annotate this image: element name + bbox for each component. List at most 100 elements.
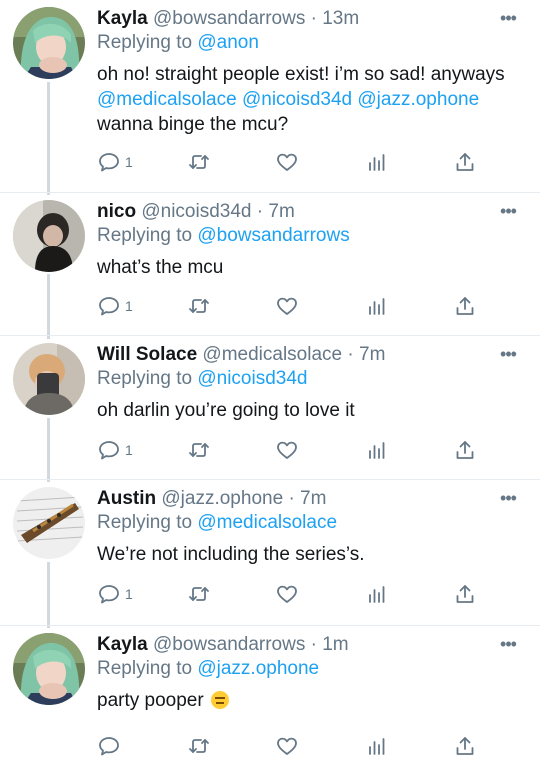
tweet-text: what’s the mcu bbox=[97, 255, 517, 280]
like-button[interactable] bbox=[275, 580, 299, 608]
tweet[interactable]: Will Solace @medicalsolace · 7m ••• Replyi… bbox=[0, 336, 540, 480]
reply-icon bbox=[97, 582, 121, 606]
tweet-text: We’re not including the series’s. bbox=[97, 542, 517, 567]
analytics-button[interactable] bbox=[365, 436, 389, 464]
share-icon bbox=[453, 294, 477, 318]
tweet-actions: 1 bbox=[97, 436, 477, 464]
mention-link[interactable]: @medicalsolace bbox=[97, 89, 237, 110]
reply-button[interactable]: 1 bbox=[97, 292, 133, 320]
retweet-button[interactable] bbox=[187, 436, 211, 464]
tweet-actions bbox=[97, 732, 477, 760]
replying-to-mention[interactable]: @jazz.ophone bbox=[197, 658, 319, 679]
analytics-button[interactable] bbox=[365, 292, 389, 320]
retweet-button[interactable] bbox=[187, 292, 211, 320]
share-button[interactable] bbox=[453, 732, 477, 760]
reply-button[interactable]: 1 bbox=[97, 148, 133, 176]
replying-to: Replying to @bowsandarrows bbox=[97, 223, 350, 249]
tweet[interactable]: nico @nicoisd34d · 7m ••• Replying to @bow… bbox=[0, 193, 540, 336]
retweet-button[interactable] bbox=[187, 148, 211, 176]
user-handle[interactable]: @bowsandarrows bbox=[153, 8, 305, 29]
tweet-actions: 1 bbox=[97, 292, 477, 320]
mention-link[interactable]: @jazz.ophone bbox=[357, 89, 479, 110]
tweet-text-segment: party pooper bbox=[97, 690, 209, 711]
tweet-text-segment: oh darlin you’re going to love it bbox=[97, 400, 355, 421]
avatar-austin[interactable] bbox=[13, 487, 85, 559]
retweet-icon bbox=[187, 150, 211, 174]
timestamp[interactable]: 7m bbox=[268, 201, 294, 222]
analytics-button[interactable] bbox=[365, 580, 389, 608]
replying-to-mention[interactable]: @medicalsolace bbox=[197, 512, 337, 533]
timestamp[interactable]: 7m bbox=[359, 344, 385, 365]
user-handle[interactable]: @medicalsolace bbox=[202, 344, 342, 365]
replying-to-label: Replying to bbox=[97, 225, 193, 246]
tweet-actions: 1 bbox=[97, 580, 477, 608]
avatar-nico[interactable] bbox=[13, 200, 85, 272]
timestamp[interactable]: 1m bbox=[322, 634, 348, 655]
reply-button[interactable]: 1 bbox=[97, 580, 133, 608]
user-handle[interactable]: @nicoisd34d bbox=[141, 201, 251, 222]
analytics-button[interactable] bbox=[365, 148, 389, 176]
timestamp[interactable]: 13m bbox=[322, 8, 359, 29]
share-button[interactable] bbox=[453, 436, 477, 464]
tweet-header: Will Solace @medicalsolace · 7m bbox=[97, 342, 385, 368]
reply-icon bbox=[97, 294, 121, 318]
more-horizontal-icon[interactable]: ••• bbox=[496, 8, 520, 28]
like-button[interactable] bbox=[275, 436, 299, 464]
tweet-text: party pooper bbox=[97, 688, 517, 713]
more-horizontal-icon[interactable]: ••• bbox=[496, 634, 520, 654]
mention-link[interactable]: @nicoisd34d bbox=[242, 89, 352, 110]
like-button[interactable] bbox=[275, 292, 299, 320]
display-name[interactable]: nico bbox=[97, 201, 136, 222]
reply-count: 1 bbox=[125, 154, 133, 170]
like-button[interactable] bbox=[275, 148, 299, 176]
display-name[interactable]: Kayla bbox=[97, 8, 148, 29]
share-button[interactable] bbox=[453, 148, 477, 176]
replying-to-label: Replying to bbox=[97, 368, 193, 389]
replying-to-label: Replying to bbox=[97, 512, 193, 533]
replying-to-mention[interactable]: @anon bbox=[197, 32, 259, 53]
avatar-kayla[interactable] bbox=[13, 7, 85, 79]
share-button[interactable] bbox=[453, 292, 477, 320]
user-handle[interactable]: @bowsandarrows bbox=[153, 634, 305, 655]
avatar-kayla[interactable] bbox=[13, 633, 85, 705]
more-horizontal-icon[interactable]: ••• bbox=[496, 201, 520, 221]
tweet-text-segment: wanna binge the mcu? bbox=[97, 114, 289, 135]
user-handle[interactable]: @jazz.ophone bbox=[161, 488, 283, 509]
reply-button[interactable]: 1 bbox=[97, 436, 133, 464]
more-horizontal-icon[interactable]: ••• bbox=[496, 488, 520, 508]
timestamp[interactable]: 7m bbox=[300, 488, 326, 509]
retweet-button[interactable] bbox=[187, 580, 211, 608]
like-button[interactable] bbox=[275, 732, 299, 760]
separator-dot: · bbox=[347, 344, 354, 365]
more-horizontal-icon[interactable]: ••• bbox=[496, 344, 520, 364]
replying-to: Replying to @jazz.ophone bbox=[97, 656, 319, 682]
share-icon bbox=[453, 582, 477, 606]
share-button[interactable] bbox=[453, 580, 477, 608]
tweet[interactable]: Kayla @bowsandarrows · 1m ••• Replying to … bbox=[0, 626, 540, 770]
analytics-icon bbox=[365, 438, 389, 462]
tweet-text: oh darlin you’re going to love it bbox=[97, 398, 517, 423]
retweet-button[interactable] bbox=[187, 732, 211, 760]
separator-dot: · bbox=[310, 634, 317, 655]
share-icon bbox=[453, 438, 477, 462]
share-icon bbox=[453, 150, 477, 174]
tweet[interactable]: Kayla @bowsandarrows · 13m ••• Replying to… bbox=[0, 0, 540, 193]
heart-icon bbox=[275, 582, 299, 606]
reply-button[interactable] bbox=[97, 732, 125, 760]
display-name[interactable]: Will Solace bbox=[97, 344, 197, 365]
replying-to-mention[interactable]: @bowsandarrows bbox=[197, 225, 349, 246]
analytics-icon bbox=[365, 294, 389, 318]
analytics-icon bbox=[365, 734, 389, 758]
display-name[interactable]: Austin bbox=[97, 488, 156, 509]
tweet-text: oh no! straight people exist! i’m so sad… bbox=[97, 62, 517, 137]
tweet[interactable]: Austin @jazz.ophone · 7m ••• Replying to @… bbox=[0, 480, 540, 626]
replying-to-mention[interactable]: @nicoisd34d bbox=[197, 368, 307, 389]
conversation-thread: Kayla @bowsandarrows · 13m ••• Replying to… bbox=[0, 0, 540, 770]
analytics-button[interactable] bbox=[365, 732, 389, 760]
tweet-text-segment: oh no! straight people exist! i’m so sad… bbox=[97, 64, 505, 85]
retweet-icon bbox=[187, 294, 211, 318]
display-name[interactable]: Kayla bbox=[97, 634, 148, 655]
separator-dot: · bbox=[310, 8, 317, 29]
avatar-will[interactable] bbox=[13, 343, 85, 415]
heart-icon bbox=[275, 294, 299, 318]
